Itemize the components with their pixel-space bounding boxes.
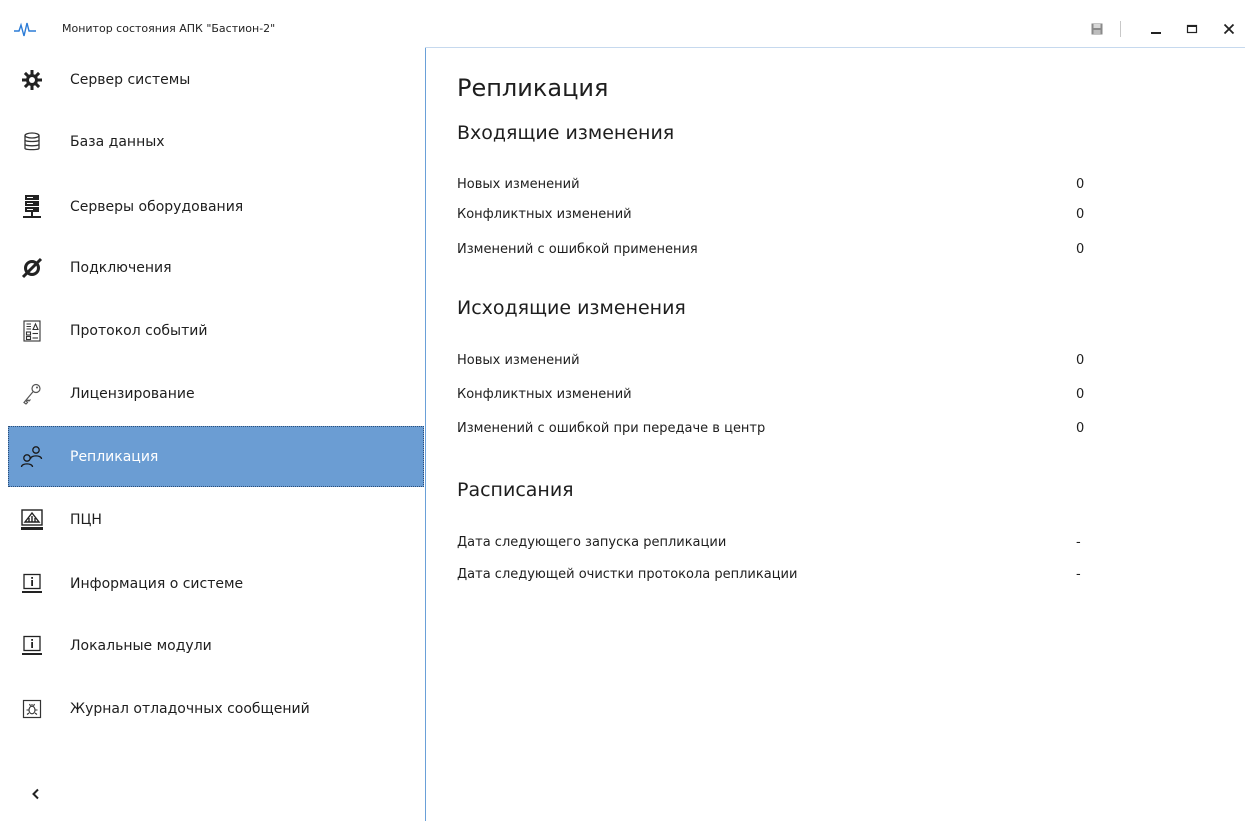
incoming-error-value: 0 xyxy=(1076,242,1085,257)
outgoing-new-value: 0 xyxy=(1076,353,1085,368)
window-title: Монитор состояния АПК "Бастион-2" xyxy=(62,22,276,35)
sidebar-item-label: Подключения xyxy=(70,259,172,276)
sidebar-item-label: ПЦН xyxy=(70,511,102,528)
sidebar-item-local-modules[interactable]: Локальные модули xyxy=(8,615,424,676)
outgoing-new-label: Новых изменений xyxy=(457,353,580,368)
sidebar: Сервер системы База данных Серверы обору… xyxy=(0,46,425,821)
page-title: Репликация xyxy=(457,74,609,102)
save-icon xyxy=(1091,20,1103,39)
disconnect-icon xyxy=(20,256,44,280)
main-content: Репликация Входящие изменения Новых изме… xyxy=(426,48,1245,821)
sidebar-item-debug-log[interactable]: Журнал отладочных сообщений xyxy=(8,678,424,739)
schedule-section-title: Расписания xyxy=(457,479,574,501)
sidebar-item-equipment-servers[interactable]: Серверы оборудования xyxy=(8,176,424,237)
app-window: Монитор состояния АПК "Бастион-2" Сервер… xyxy=(0,0,1245,821)
sidebar-item-pcn[interactable]: ПЦН xyxy=(8,489,424,550)
sidebar-item-label: База данных xyxy=(70,133,165,150)
outgoing-error-value: 0 xyxy=(1076,421,1085,436)
sidebar-item-label: Локальные модули xyxy=(70,637,212,654)
server-rack-icon xyxy=(20,195,44,219)
gear-cluster-icon xyxy=(20,68,44,92)
close-button[interactable] xyxy=(1218,18,1240,40)
sidebar-item-label: Сервер системы xyxy=(70,71,191,88)
next-cleanup-date-value: - xyxy=(1076,567,1081,582)
sidebar-item-system-info[interactable]: Информация о системе xyxy=(8,553,424,614)
event-log-icon xyxy=(20,319,44,343)
sidebar-item-label: Информация о системе xyxy=(70,575,244,592)
sidebar-item-label: Протокол событий xyxy=(70,322,208,339)
sidebar-collapse-button[interactable] xyxy=(26,784,46,804)
title-bar-separator xyxy=(1120,21,1121,37)
sidebar-item-label: Журнал отладочных сообщений xyxy=(70,700,310,717)
sidebar-item-connections[interactable]: Подключения xyxy=(8,237,424,298)
monitoring-console-icon xyxy=(20,508,44,532)
sidebar-item-label: Репликация xyxy=(70,448,159,465)
sidebar-item-database[interactable]: База данных xyxy=(8,111,424,172)
incoming-section-title: Входящие изменения xyxy=(457,122,675,144)
sidebar-item-system-server[interactable]: Сервер системы xyxy=(8,49,424,110)
info-monitor-icon xyxy=(20,634,44,658)
chevron-left-icon xyxy=(31,785,41,804)
outgoing-error-label: Изменений с ошибкой при передаче в центр xyxy=(457,421,766,436)
next-replication-date-label: Дата следующего запуска репликации xyxy=(457,535,727,550)
sidebar-item-label: Лицензирование xyxy=(70,385,195,402)
debug-log-icon xyxy=(20,697,44,721)
sidebar-item-licensing[interactable]: Лицензирование xyxy=(8,363,424,424)
minimize-button[interactable] xyxy=(1145,18,1167,40)
maximize-button[interactable] xyxy=(1181,18,1203,40)
next-cleanup-date-label: Дата следующей очистки протокола реплика… xyxy=(457,567,798,582)
incoming-new-value: 0 xyxy=(1076,177,1085,192)
incoming-new-label: Новых изменений xyxy=(457,177,580,192)
next-replication-date-value: - xyxy=(1076,535,1081,550)
incoming-conflict-label: Конфликтных изменений xyxy=(457,207,632,222)
save-button[interactable] xyxy=(1086,18,1108,40)
close-icon xyxy=(1223,20,1235,39)
title-bar: Монитор состояния АПК "Бастион-2" xyxy=(0,0,1245,46)
outgoing-section-title: Исходящие изменения xyxy=(457,297,686,319)
maximize-icon xyxy=(1186,20,1198,39)
replication-users-icon xyxy=(20,445,44,469)
key-icon xyxy=(20,382,44,406)
sidebar-item-label: Серверы оборудования xyxy=(70,198,244,215)
outgoing-conflict-label: Конфликтных изменений xyxy=(457,387,632,402)
incoming-error-label: Изменений с ошибкой применения xyxy=(457,242,698,257)
minimize-icon xyxy=(1150,20,1162,39)
sidebar-item-event-log[interactable]: Протокол событий xyxy=(8,300,424,361)
sidebar-item-replication[interactable]: Репликация xyxy=(8,426,424,487)
info-monitor-icon xyxy=(20,572,44,596)
incoming-conflict-value: 0 xyxy=(1076,207,1085,222)
database-icon xyxy=(20,130,44,154)
outgoing-conflict-value: 0 xyxy=(1076,387,1085,402)
pulse-icon xyxy=(14,22,36,38)
